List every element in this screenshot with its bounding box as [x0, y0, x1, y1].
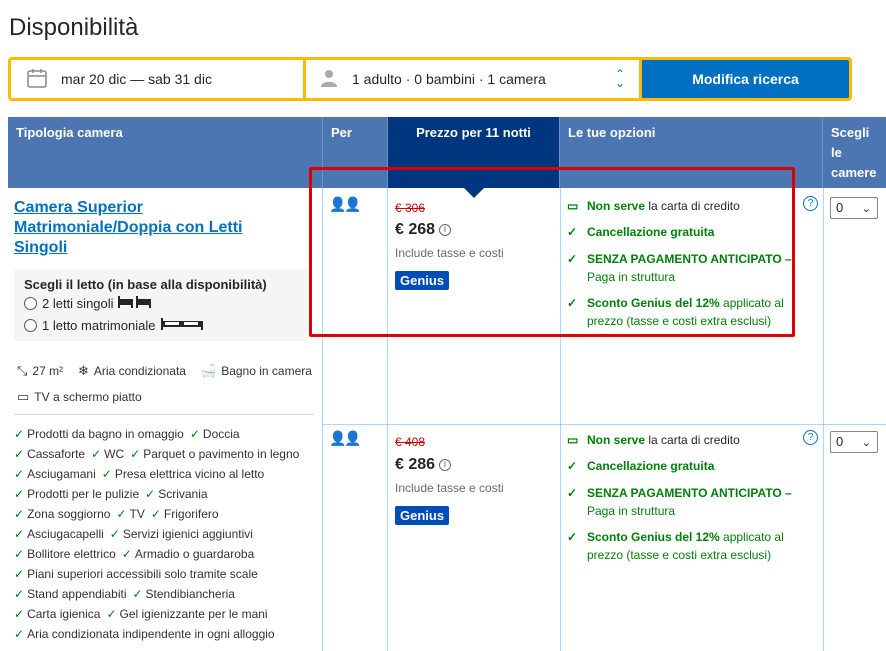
modify-search-button[interactable]: Modifica ricerca — [642, 60, 849, 98]
amenity-item: ✓ Scrivania — [145, 487, 208, 501]
snowflake-icon: ❄ — [78, 363, 89, 378]
amenity-item: ✓ Gel igienizzante per le mani — [106, 607, 268, 621]
page-title: Disponibilità — [9, 14, 139, 41]
amenity-item: ✓ Cassaforte — [14, 447, 86, 461]
header-price-label: Prezzo per 11 notti — [416, 125, 531, 140]
amenity-item: ✓ Stand appendiabiti — [14, 587, 127, 601]
bed-option-double[interactable]: 1 letto matrimoniale — [24, 318, 204, 333]
radio-button[interactable] — [24, 319, 37, 332]
option-no-prepayment: ✓ SENZA PAGAMENTO ANTICIPATO – Paga in str… — [567, 486, 792, 518]
calendar-icon — [27, 68, 47, 91]
help-icon[interactable]: ? — [803, 196, 818, 211]
guests-summary: 1 adulto · 0 bambini · 1 camera — [352, 71, 546, 87]
date-range: mar 20 dic — sab 31 dic — [61, 71, 212, 87]
bed-choice-label: Scegli il letto (in base alla disponibil… — [24, 277, 267, 292]
amenity-item: ✓ TV — [116, 507, 145, 521]
bed-option-label: 2 letti singoli — [42, 296, 114, 311]
header-select-rooms: Scegli le camere — [823, 117, 886, 188]
amenity-item: ✓ Asciugamani — [14, 467, 96, 481]
column-divider — [823, 188, 824, 651]
amenity-item: ✓ Presa elettrica vicino al letto — [101, 467, 265, 481]
room-quantity-select[interactable]: 0 ⌄ — [830, 197, 878, 219]
amenity-item: ✓ Piani superiori accessibili solo tramit… — [14, 567, 258, 581]
amenity-item: ✓ Stendibiancheria — [132, 587, 235, 601]
room-quantity-value: 0 — [836, 434, 844, 449]
tv-icon: ▭ — [17, 389, 30, 404]
radio-button[interactable] — [24, 297, 37, 310]
discounted-price: € 286 i — [395, 456, 452, 474]
bed-option-twin[interactable]: 2 letti singoli — [24, 296, 152, 311]
amenity-item: ✓ Servizi igienici aggiuntivi — [109, 527, 253, 541]
option-genius-discount: ✓ Sconto Genius del 12% applicato al prez… — [567, 530, 784, 562]
amenity-item: ✓ Bollitore elettrico — [14, 547, 116, 561]
bed-choice-box: Scegli il letto (in base alla disponibil… — [14, 269, 308, 341]
option-no-card: ▭ Non serve la carta di credito — [567, 433, 740, 447]
amenity-item: ✓ WC — [91, 447, 125, 461]
check-icon: ✓ — [567, 530, 578, 544]
amenity-item: ✓ Asciugacapelli — [14, 527, 104, 541]
amenity-item: ✓ Prodotti per le pulizie — [14, 487, 140, 501]
help-icon[interactable]: ? — [803, 430, 818, 445]
bed-option-label: 1 letto matrimoniale — [42, 318, 156, 333]
amenity-item: ✓ Doccia — [189, 427, 240, 441]
highlight-box — [309, 167, 795, 337]
genius-badge: Genius — [395, 506, 450, 525]
facility-ac: ❄ Aria condizionata — [78, 363, 186, 379]
original-price: € 408 — [395, 435, 426, 449]
check-icon: ✓ — [567, 486, 578, 500]
option-free-cancellation: ✓ Cancellazione gratuita — [567, 459, 715, 473]
facility-tv-label: TV a schermo piatto — [34, 390, 142, 404]
occupancy-icon: 👤👤 — [329, 430, 362, 446]
search-bar: mar 20 dic — sab 31 dic 1 adulto · 0 bam… — [8, 57, 852, 101]
info-icon[interactable]: i — [439, 458, 452, 471]
section-divider — [14, 414, 314, 415]
facility-ac-label: Aria condizionata — [93, 364, 186, 378]
amenity-item: ✓ Frigorifero — [150, 507, 219, 521]
room-quantity-select[interactable]: 0 ⌄ — [830, 431, 878, 453]
facility-bathroom-label: Bagno in camera — [221, 364, 312, 378]
facility-size-label: 27 m² — [32, 364, 64, 378]
room-quantity-value: 0 — [836, 200, 844, 215]
discounted-price-value: € 286 — [395, 456, 436, 473]
date-picker[interactable]: mar 20 dic — sab 31 dic — [11, 60, 303, 98]
chevron-down-icon: ⌄ — [861, 203, 871, 215]
header-room-type: Tipologia camera — [8, 117, 323, 188]
facility-size: ⤡ 27 m² — [17, 363, 63, 379]
amenities-list: ✓ Prodotti da bagno in omaggio ✓ Doccia ✓ Ca… — [14, 424, 314, 644]
double-bed-icon — [161, 318, 204, 333]
person-icon — [320, 69, 338, 90]
chevron-updown-icon: ⌃ ⌄ — [614, 67, 625, 90]
amenity-item: ✓ Parquet o pavimento in legno — [130, 447, 300, 461]
no-card-icon: ▭ — [567, 433, 579, 447]
size-icon: ⤡ — [17, 363, 28, 378]
room-name-link[interactable]: Camera Superior Matrimoniale/Doppia con … — [14, 198, 274, 258]
amenity-item: ✓ Prodotti da bagno in omaggio — [14, 427, 184, 441]
amenity-item: ✓ Zona soggiorno — [14, 507, 111, 521]
amenity-item: ✓ Carta igienica — [14, 607, 101, 621]
taxes-note: Include tasse e costi — [395, 481, 504, 495]
bath-icon: 🛁 — [200, 363, 217, 378]
amenity-item: ✓ Armadio o guardaroba — [121, 547, 255, 561]
facility-bathroom: 🛁 Bagno in camera — [200, 363, 312, 379]
guests-selector[interactable]: 1 adulto · 0 bambini · 1 camera ⌃ ⌄ — [306, 60, 639, 98]
facility-tv: ▭ TV a schermo piatto — [17, 389, 142, 405]
twin-bed-icon — [117, 296, 152, 311]
chevron-down-icon: ⌄ — [861, 437, 871, 449]
amenity-item: ✓ Aria condizionata indipendente in ogni … — [14, 627, 275, 641]
row-divider — [323, 424, 886, 425]
check-icon: ✓ — [567, 459, 578, 473]
